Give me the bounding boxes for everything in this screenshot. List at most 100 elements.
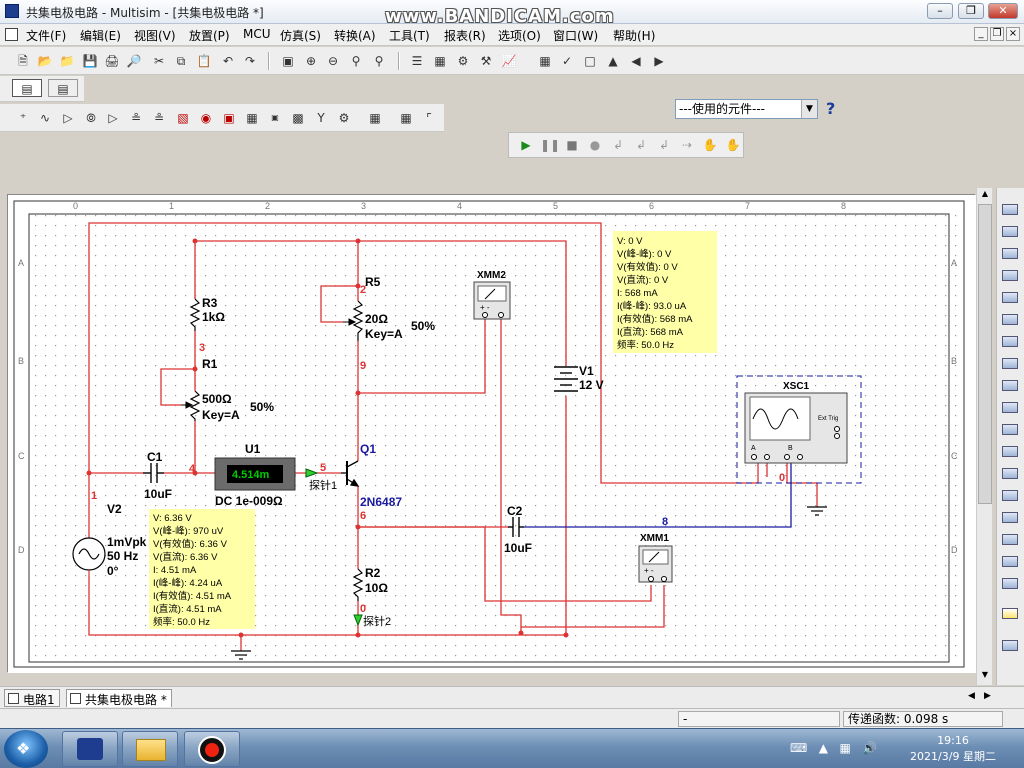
breakpoint-icon[interactable]: ● (586, 136, 604, 154)
multimeter-icon[interactable] (1002, 204, 1018, 215)
spreadsheet-icon[interactable]: ▦ (431, 52, 449, 70)
print-icon[interactable]: 🖨 (103, 52, 121, 70)
mcu-icon[interactable]: ▦ (366, 109, 384, 127)
taskbar-explorer-button[interactable] (122, 731, 178, 767)
scroll-thumb[interactable] (978, 204, 992, 504)
mdi-restore-icon[interactable]: ❐ (990, 27, 1004, 41)
hand-icon[interactable]: ✋ (701, 136, 719, 154)
maximize-button[interactable]: ❐ (958, 3, 984, 19)
design-toolbox-icon[interactable]: ▤ (12, 79, 42, 97)
close-button[interactable]: ✕ (988, 3, 1018, 19)
mdi-close-icon[interactable]: × (1006, 27, 1020, 41)
ttl-icon[interactable]: ≗ (127, 109, 145, 127)
remove-breakpoints-icon[interactable]: ✋ (724, 136, 742, 154)
zoom-out-icon[interactable]: ⊖ (324, 52, 342, 70)
volume-icon[interactable]: 🔊 (862, 741, 877, 755)
cmos-icon[interactable]: ≗ (150, 109, 168, 127)
diode-icon[interactable]: ▷ (59, 109, 77, 127)
network-analyzer-icon[interactable] (1002, 490, 1018, 501)
undo-icon[interactable]: ↶ (219, 52, 237, 70)
component-wizard-icon[interactable]: ⚒ (477, 52, 495, 70)
electromechanical-icon[interactable]: ⚙ (335, 109, 353, 127)
resistor-icon[interactable]: ∿ (36, 109, 54, 127)
open-folder-icon[interactable]: 📂 (36, 52, 54, 70)
oscilloscope-icon[interactable] (1002, 270, 1018, 281)
step-over-icon[interactable]: ↲ (632, 136, 650, 154)
bode-plotter-icon[interactable] (1002, 314, 1018, 325)
word-generator-icon[interactable] (1002, 358, 1018, 369)
menu-file[interactable]: 文件(F) (26, 27, 66, 44)
grapher-icon[interactable]: 📈 (500, 52, 518, 70)
stop-simulation-icon[interactable]: ■ (563, 136, 581, 154)
misc-icon[interactable]: ▦ (243, 109, 261, 127)
menu-edit[interactable]: 编辑(E) (80, 27, 121, 44)
source-icon[interactable]: ⁺ (14, 109, 32, 127)
spreadsheet-view-icon[interactable]: ▤ (48, 79, 78, 97)
minimize-button[interactable]: – (927, 3, 953, 19)
open-sample-icon[interactable]: 📁 (58, 52, 76, 70)
bus-icon[interactable]: ⌜ (420, 109, 438, 127)
scroll-left-icon[interactable]: ◀ (968, 691, 975, 701)
capture-screen-icon[interactable]: □ (581, 52, 599, 70)
frequency-counter-icon[interactable] (1002, 336, 1018, 347)
analog-icon[interactable]: ▷ (104, 109, 122, 127)
ultiboard-icon[interactable]: ▲ (604, 52, 622, 70)
agilent-multimeter-icon[interactable] (1002, 534, 1018, 545)
tab-circuit1[interactable]: 电路1 (4, 689, 60, 707)
start-button[interactable]: ❖ (4, 730, 48, 768)
menu-window[interactable]: 窗口(W) (553, 27, 598, 44)
antenna-icon[interactable]: Υ (312, 109, 330, 127)
labview-instrument-icon[interactable] (1002, 640, 1018, 651)
hierarchical-block-icon[interactable]: ▦ (397, 109, 415, 127)
function-generator-icon[interactable] (1002, 226, 1018, 237)
forward-annotate-icon[interactable]: ▶ (650, 52, 668, 70)
tab-common-collector-circuit[interactable]: 共集电极电路 * (66, 689, 172, 707)
misc-peripheral-icon[interactable]: ▣ (266, 109, 284, 127)
new-file-icon[interactable]: 🗎 (14, 52, 32, 70)
four-channel-oscilloscope-icon[interactable] (1002, 292, 1018, 303)
cut-icon[interactable]: ✂ (150, 52, 168, 70)
menu-place[interactable]: 放置(P) (189, 27, 230, 44)
in-use-components-select[interactable]: ---使用的元件--- ▼ (675, 99, 818, 119)
menu-transfer[interactable]: 转换(A) (334, 27, 376, 44)
menu-tools[interactable]: 工具(T) (389, 27, 430, 44)
menu-mcu[interactable]: MCU (243, 27, 271, 41)
menu-view[interactable]: 视图(V) (134, 27, 176, 44)
agilent-generator-icon[interactable] (1002, 512, 1018, 523)
logic-converter-icon[interactable] (1002, 402, 1018, 413)
ammeter-u1[interactable]: 4.514m + (210, 457, 296, 491)
transistor-icon[interactable]: ⦾ (82, 109, 100, 127)
multimeter-xmm1[interactable]: + - (638, 545, 673, 583)
scroll-up-icon[interactable]: ▲ (978, 189, 992, 203)
pause-simulation-icon[interactable]: ❚❚ (540, 136, 560, 154)
step-icon[interactable]: ↲ (609, 136, 627, 154)
run-simulation-icon[interactable]: ▶ (517, 136, 535, 154)
keyboard-icon[interactable]: ⌨ (790, 741, 807, 755)
erc-icon[interactable]: ✓ (558, 52, 576, 70)
database-icon[interactable]: ⚙ (454, 52, 472, 70)
scroll-right-icon[interactable]: ▶ (984, 691, 991, 701)
distortion-analyzer-icon[interactable] (1002, 446, 1018, 457)
measurement-probe-icon[interactable] (1002, 608, 1018, 619)
taskbar-bandicam-button[interactable] (184, 731, 240, 767)
step-out-icon[interactable]: ↲ (655, 136, 673, 154)
taskbar-multisim-button[interactable] (62, 731, 118, 767)
logic-analyzer-icon[interactable] (1002, 380, 1018, 391)
help-icon[interactable]: ? (826, 99, 835, 118)
redo-icon[interactable]: ↷ (241, 52, 259, 70)
hierarchy-icon[interactable]: ☰ (408, 52, 426, 70)
taskbar-clock[interactable]: 19:16 2021/3/9 星期二 (890, 733, 1016, 765)
power-icon[interactable]: ▣ (220, 109, 238, 127)
full-screen-icon[interactable]: ▣ (279, 52, 297, 70)
spectrum-analyzer-icon[interactable] (1002, 468, 1018, 479)
run-to-cursor-icon[interactable]: ⇢ (678, 136, 696, 154)
print-preview-icon[interactable]: 🔎 (125, 52, 143, 70)
back-annotate-icon[interactable]: ◀ (627, 52, 645, 70)
wattmeter-icon[interactable] (1002, 248, 1018, 259)
agilent-oscilloscope-icon[interactable] (1002, 556, 1018, 567)
scroll-down-icon[interactable]: ▼ (978, 670, 992, 684)
show-hidden-icons-icon[interactable]: ▲ (819, 741, 828, 755)
paste-icon[interactable]: 📋 (195, 52, 213, 70)
iv-analyzer-icon[interactable] (1002, 424, 1018, 435)
zoom-area-icon[interactable]: ⚲ (347, 52, 365, 70)
